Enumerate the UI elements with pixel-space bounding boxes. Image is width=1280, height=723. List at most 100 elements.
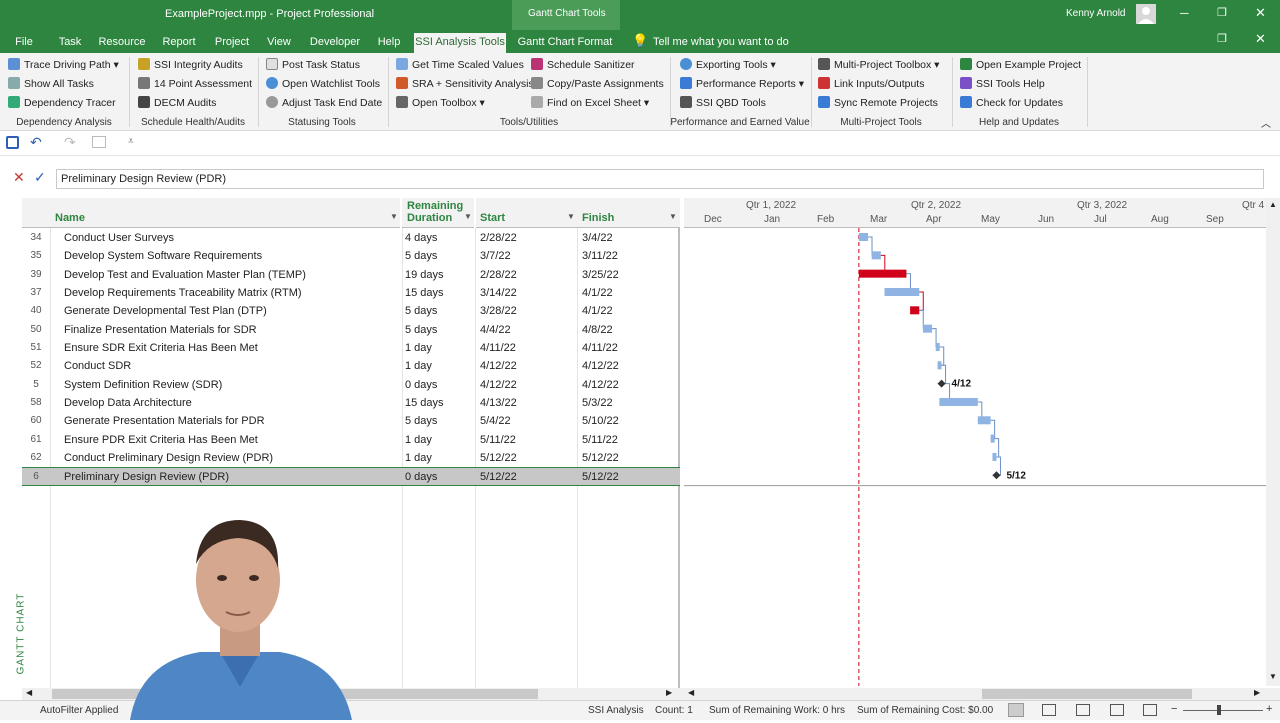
task-name-cell[interactable]: Preliminary Design Review (PDR) (64, 468, 229, 486)
table-row[interactable]: 34 Conduct User Surveys 4 days 2/28/22 3/4/2… (22, 229, 680, 247)
multi-project-toolbox-button[interactable]: Multi-Project Toolbox ▾ (818, 56, 939, 74)
row-id[interactable]: 6 (22, 468, 50, 486)
start-cell[interactable]: 5/4/22 (480, 412, 511, 430)
zoom-slider-thumb[interactable] (1217, 705, 1221, 715)
tab-project[interactable]: Project (212, 33, 252, 53)
table-row[interactable]: 6 Preliminary Design Review (PDR) 0 days 5/… (22, 467, 680, 486)
dependency-tracer-button[interactable]: Dependency Tracer (8, 94, 116, 112)
finish-cell[interactable]: 3/4/22 (582, 229, 613, 247)
finish-cell[interactable]: 5/10/22 (582, 412, 619, 430)
task-name-cell[interactable]: Develop Data Architecture (64, 394, 192, 412)
column-header-remaining[interactable]: Remaining Duration ▼ (402, 198, 474, 228)
14-point-assessment-button[interactable]: 14 Point Assessment (138, 75, 252, 93)
finish-cell[interactable]: 5/12/22 (582, 468, 619, 486)
post-task-status-button[interactable]: Post Task Status (266, 56, 360, 74)
finish-cell[interactable]: 4/1/22 (582, 284, 613, 302)
remaining-duration-cell[interactable]: 5 days (405, 321, 437, 339)
tab-file[interactable]: File (10, 33, 38, 53)
task-usage-icon[interactable] (1042, 704, 1056, 716)
table-row[interactable]: 50 Finalize Presentation Materials for SD… (22, 321, 680, 339)
remaining-duration-cell[interactable]: 0 days (405, 468, 437, 486)
task-name-cell[interactable]: Develop Test and Evaluation Master Plan … (64, 266, 306, 284)
start-cell[interactable]: 2/28/22 (480, 266, 517, 284)
remaining-duration-cell[interactable]: 15 days (405, 284, 444, 302)
filter-dropdown-icon[interactable]: ▼ (567, 212, 575, 221)
row-id[interactable]: 60 (22, 412, 50, 430)
start-cell[interactable]: 4/12/22 (480, 376, 517, 394)
link-inputs-outputs-button[interactable]: Link Inputs/Outputs (818, 75, 924, 93)
decm-audits-button[interactable]: DECM Audits (138, 94, 216, 112)
table-row[interactable]: 52 Conduct SDR 1 day 4/12/22 4/12/22 (22, 357, 680, 375)
remaining-duration-cell[interactable]: 5 days (405, 412, 437, 430)
report-view-icon[interactable] (1143, 704, 1157, 716)
zoom-slider[interactable] (1183, 710, 1263, 711)
adjust-task-end-date-button[interactable]: Adjust Task End Date (266, 94, 382, 112)
find-on-excel-sheet-button[interactable]: Find on Excel Sheet ▾ (531, 94, 649, 112)
team-planner-icon[interactable] (1076, 704, 1090, 716)
view-icon[interactable] (92, 136, 106, 148)
task-name-cell[interactable]: Conduct Preliminary Design Review (PDR) (64, 449, 273, 467)
gantt-view-icon[interactable] (1008, 703, 1024, 717)
cancel-entry-icon[interactable]: ✕ (13, 169, 25, 186)
start-cell[interactable]: 3/14/22 (480, 284, 517, 302)
finish-cell[interactable]: 5/12/22 (582, 449, 619, 467)
tab-task[interactable]: Task (56, 33, 84, 53)
start-cell[interactable]: 4/4/22 (480, 321, 511, 339)
remaining-duration-cell[interactable]: 5 days (405, 302, 437, 320)
task-name-cell[interactable]: Ensure SDR Exit Criteria Has Been Met (64, 339, 258, 357)
remaining-duration-cell[interactable]: 4 days (405, 229, 437, 247)
remaining-duration-cell[interactable]: 5 days (405, 247, 437, 265)
row-id[interactable]: 35 (22, 247, 50, 265)
remaining-duration-cell[interactable]: 1 day (405, 357, 432, 375)
vertical-scrollbar[interactable]: ▲ ▼ (1266, 198, 1280, 686)
start-cell[interactable]: 4/12/22 (480, 357, 517, 375)
column-header-name[interactable]: Name ▼ (50, 198, 400, 228)
start-cell[interactable]: 2/28/22 (480, 229, 517, 247)
finish-cell[interactable]: 4/11/22 (582, 339, 618, 357)
remaining-duration-cell[interactable]: 1 day (405, 339, 432, 357)
remaining-duration-cell[interactable]: 19 days (405, 266, 444, 284)
open-watchlist-tools-button[interactable]: Open Watchlist Tools (266, 75, 380, 93)
doc-close-icon[interactable]: ✕ (1255, 31, 1266, 47)
sra-sensitivity-button[interactable]: SRA + Sensitivity Analysis (396, 75, 534, 93)
chart-scroll-thumb[interactable] (982, 689, 1192, 699)
remaining-duration-cell[interactable]: 1 day (405, 449, 432, 467)
column-header-finish[interactable]: Finish ▼ (578, 198, 680, 228)
row-id[interactable]: 50 (22, 321, 50, 339)
start-cell[interactable]: 5/12/22 (480, 449, 517, 467)
table-row[interactable]: 60 Generate Presentation Materials for PD… (22, 412, 680, 430)
avatar[interactable] (1136, 4, 1156, 24)
start-cell[interactable]: 5/11/22 (480, 431, 516, 449)
check-for-updates-button[interactable]: Check for Updates (960, 94, 1063, 112)
remaining-duration-cell[interactable]: 0 days (405, 376, 437, 394)
tab-report[interactable]: Report (160, 33, 198, 53)
table-row[interactable]: 40 Generate Developmental Test Plan (DTP)… (22, 302, 680, 320)
row-id[interactable]: 52 (22, 357, 50, 375)
table-row[interactable]: 51 Ensure SDR Exit Criteria Has Been Met 1… (22, 339, 680, 357)
finish-cell[interactable]: 5/11/22 (582, 431, 618, 449)
table-row[interactable]: 37 Develop Requirements Traceability Matr… (22, 284, 680, 302)
customize-qat-icon[interactable]: ⩡ (128, 136, 134, 147)
ribbon-display-icon[interactable]: ─ (1180, 6, 1189, 20)
tell-me-box[interactable]: Tell me what you want to do (653, 36, 789, 48)
column-header-start[interactable]: Start ▼ (476, 198, 578, 228)
row-id[interactable]: 58 (22, 394, 50, 412)
finish-cell[interactable]: 5/3/22 (582, 394, 613, 412)
copy-paste-assignments-button[interactable]: Copy/Paste Assignments (531, 75, 664, 93)
resource-sheet-icon[interactable] (1110, 704, 1124, 716)
row-id[interactable]: 61 (22, 431, 50, 449)
entry-field[interactable]: Preliminary Design Review (PDR) (56, 169, 1264, 189)
scroll-down-icon[interactable]: ▼ (1269, 672, 1277, 681)
finish-cell[interactable]: 4/12/22 (582, 357, 619, 375)
row-id[interactable]: 39 (22, 266, 50, 284)
finish-cell[interactable]: 4/8/22 (582, 321, 613, 339)
tab-developer[interactable]: Developer (308, 33, 362, 53)
performance-reports-button[interactable]: Performance Reports ▾ (680, 75, 804, 93)
task-name-cell[interactable]: Develop System Software Requirements (64, 247, 262, 265)
task-name-cell[interactable]: Generate Developmental Test Plan (DTP) (64, 302, 267, 320)
tab-help[interactable]: Help (375, 33, 403, 53)
undo-icon[interactable]: ↶ (30, 134, 42, 151)
show-all-tasks-button[interactable]: Show All Tasks (8, 75, 94, 93)
collapse-ribbon-icon[interactable]: ︿ (1261, 115, 1271, 130)
task-name-cell[interactable]: Develop Requirements Traceability Matrix… (64, 284, 302, 302)
